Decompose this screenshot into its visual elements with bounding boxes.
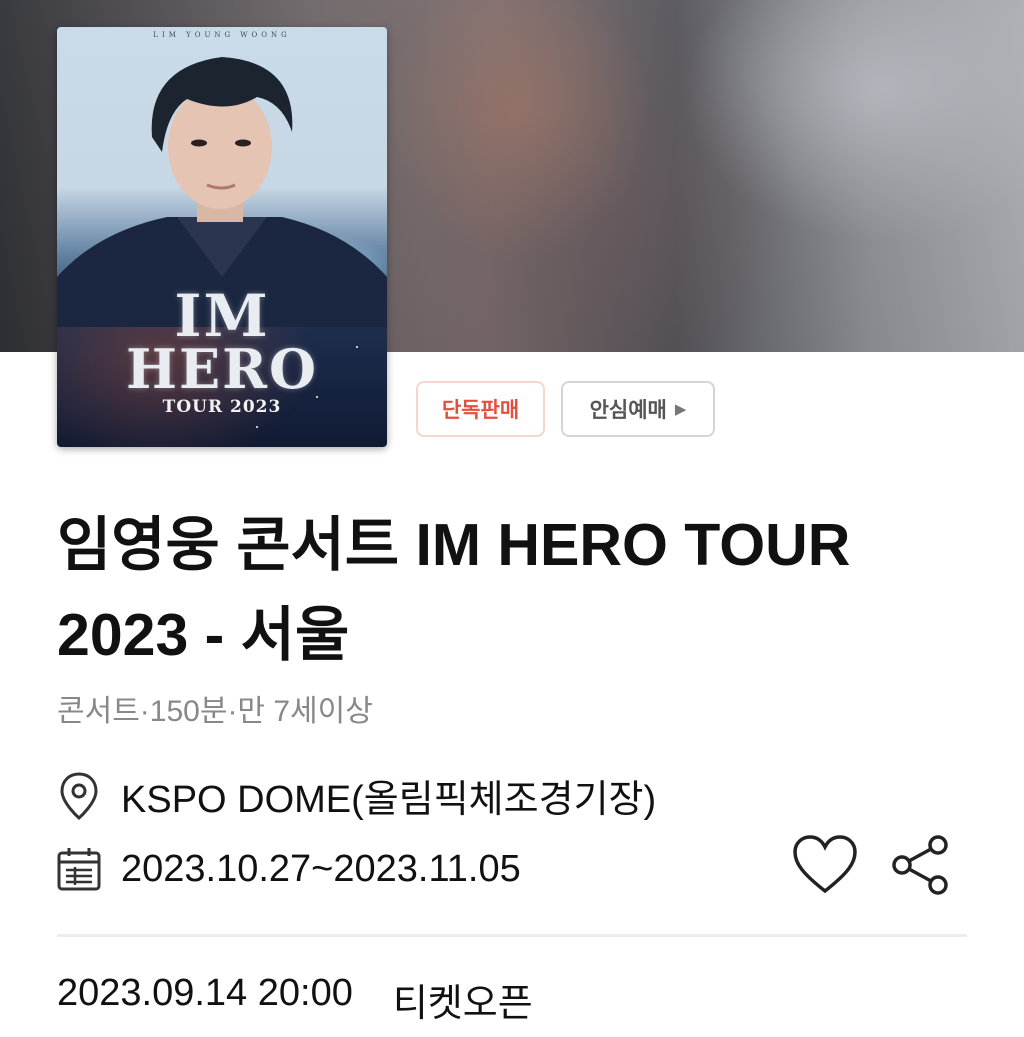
ticket-open-datetime: 2023.09.14 20:00 bbox=[57, 972, 353, 1014]
calendar-icon bbox=[57, 844, 101, 894]
date-range: 2023.10.27~2023.11.05 bbox=[121, 847, 521, 890]
exclusive-sale-label: 단독판매 bbox=[441, 398, 520, 422]
safe-booking-button[interactable]: 안심예매 ▶ bbox=[561, 381, 715, 437]
heart-icon bbox=[793, 835, 857, 894]
caret-right-icon: ▶ bbox=[674, 400, 687, 418]
section-divider bbox=[57, 934, 967, 937]
event-poster[interactable]: LIM YOUNG WOONG IM HERO TOUR 2023 bbox=[57, 27, 387, 447]
like-button[interactable] bbox=[792, 833, 858, 899]
ticket-open-label: 티켓오픈 bbox=[392, 983, 533, 1025]
date-row: 2023.10.27~2023.11.05 bbox=[57, 844, 521, 894]
share-icon bbox=[892, 835, 948, 895]
poster-tour-text: TOUR 2023 bbox=[162, 397, 282, 417]
event-meta: 콘서트·150분·만 7세이상 bbox=[57, 695, 373, 728]
poster-title-line2: HERO bbox=[125, 337, 319, 401]
share-button[interactable] bbox=[890, 833, 954, 897]
location-pin-icon bbox=[57, 771, 101, 821]
event-title: 임영웅 콘서트 IM HERO TOUR 2023 - 서울 bbox=[57, 512, 851, 668]
venue-name: KSPO DOME(올림픽체조경기장) bbox=[121, 779, 657, 821]
exclusive-sale-badge: 단독판매 bbox=[416, 381, 545, 437]
safe-booking-label: 안심예매 bbox=[589, 398, 667, 422]
venue-row[interactable]: KSPO DOME(올림픽체조경기장) bbox=[57, 768, 656, 823]
ticket-open-row: 2023.09.14 20:00 티켓오픈 bbox=[57, 972, 533, 1027]
